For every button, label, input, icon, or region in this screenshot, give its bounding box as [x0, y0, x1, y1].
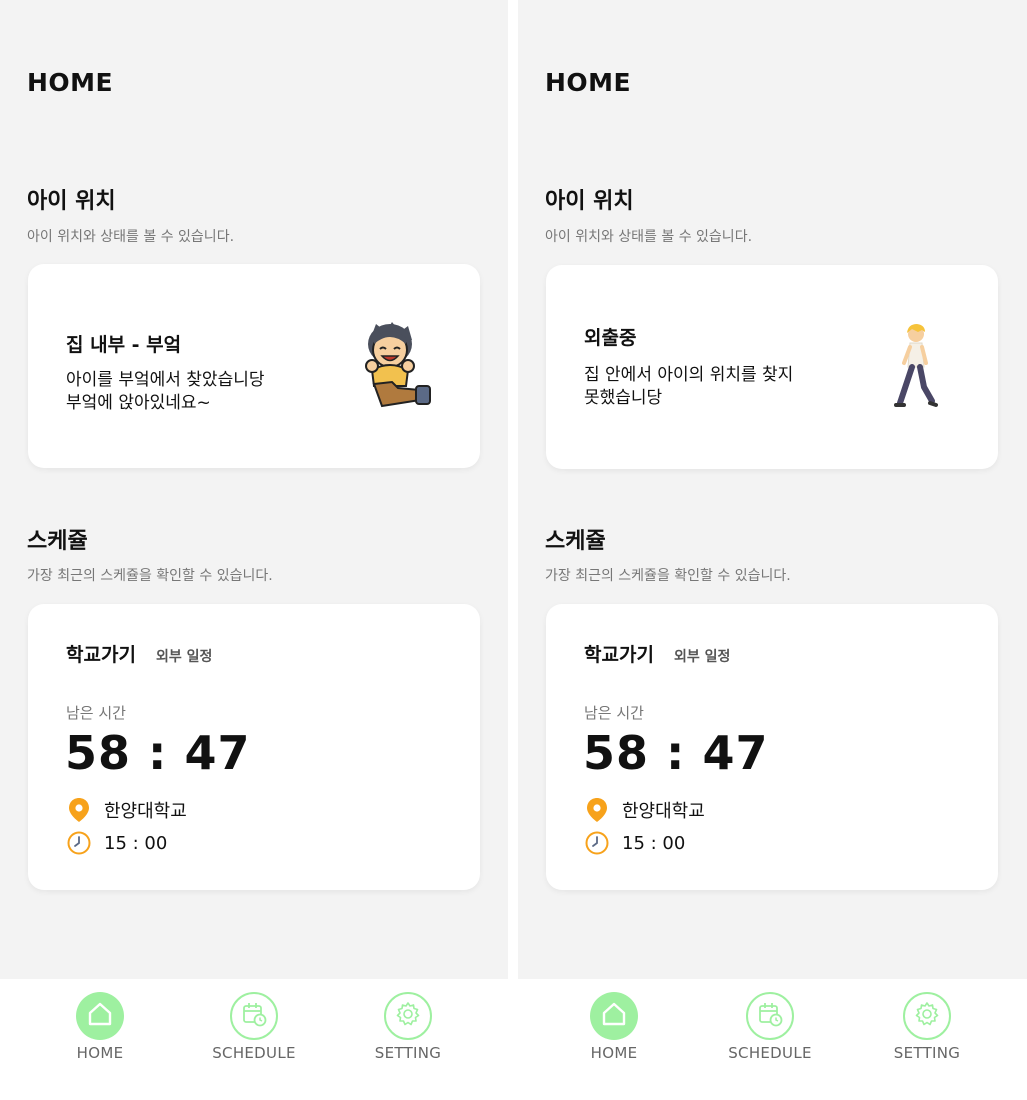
child-location-card[interactable]: 집 내부 - 부엌 아이를 부엌에서 찾았습니당 부엌에 앉아있네요~ [28, 264, 480, 468]
schedule-tab-button[interactable] [746, 992, 794, 1040]
location-status-line-2: 부엌에 앉아있네요~ [66, 393, 211, 413]
schedule-place: 한양대학교 [622, 801, 705, 822]
remaining-time-value: 58 : 47 [65, 726, 251, 780]
child-location-card[interactable]: 외출중 집 안에서 아이의 위치를 찾지 못했습니당 [546, 265, 998, 469]
page-title: HOME [545, 68, 632, 97]
schedule-place: 한양대학교 [104, 801, 187, 822]
tab-setting[interactable]: SETTING [348, 992, 468, 1062]
tab-home-label: HOME [76, 1044, 124, 1062]
location-status-line-2: 못했습니당 [584, 388, 663, 408]
schedule-section-description: 가장 최근의 스케쥴을 확인할 수 있습니다. [545, 568, 791, 584]
location-section-title: 아이 위치 [27, 189, 116, 214]
location-pin-icon [584, 797, 610, 823]
tab-schedule[interactable]: SCHEDULE [194, 992, 314, 1062]
tab-setting-label: SETTING [374, 1044, 442, 1062]
location-section-description: 아이 위치와 상태를 볼 수 있습니다. [545, 229, 753, 245]
schedule-card[interactable]: 학교가기 외부 일정 남은 시간 58 : 47 한양대학교 15 : 00 [546, 604, 998, 890]
calendar-clock-icon [756, 1000, 784, 1032]
location-status-line-1: 집 안에서 아이의 위치를 찾지 [584, 365, 794, 385]
location-section-title: 아이 위치 [545, 189, 634, 214]
schedule-time-row: 15 : 00 [66, 830, 167, 856]
tab-schedule[interactable]: SCHEDULE [710, 992, 830, 1062]
tab-schedule-label: SCHEDULE [728, 1044, 812, 1062]
schedule-type-label: 외부 일정 [674, 649, 731, 665]
home-screen-indoor: HOME 아이 위치 아이 위치와 상태를 볼 수 있습니다. 집 내부 - 부… [0, 0, 508, 1100]
clock-icon [584, 830, 610, 856]
schedule-tab-button[interactable] [230, 992, 278, 1040]
tab-schedule-label: SCHEDULE [212, 1044, 296, 1062]
setting-tab-button[interactable] [903, 992, 951, 1040]
sitting-child-icon [362, 320, 434, 416]
schedule-type-label: 외부 일정 [156, 649, 213, 665]
tab-setting[interactable]: SETTING [867, 992, 987, 1062]
walking-child-icon [894, 323, 938, 417]
schedule-section-description: 가장 최근의 스케쥴을 확인할 수 있습니다. [27, 568, 273, 584]
bottom-tab-bar: HOME SCHEDULE SETTING [0, 979, 508, 1100]
remaining-time-value: 58 : 47 [583, 726, 769, 780]
schedule-name: 학교가기 [584, 644, 654, 666]
tab-setting-label: SETTING [893, 1044, 961, 1062]
location-status-line-1: 아이를 부엌에서 찾았습니당 [66, 370, 265, 390]
home-screen-outside: HOME 아이 위치 아이 위치와 상태를 볼 수 있습니다. 외출중 집 안에… [518, 0, 1027, 1100]
tab-home[interactable]: HOME [40, 992, 160, 1062]
tab-home[interactable]: HOME [554, 992, 674, 1062]
remaining-time-label: 남은 시간 [584, 704, 644, 722]
page-title: HOME [27, 68, 114, 97]
schedule-place-row: 한양대학교 [66, 797, 187, 823]
bottom-tab-bar: HOME SCHEDULE SETTING [518, 979, 1027, 1100]
schedule-section-title: 스케쥴 [27, 529, 88, 554]
location-pin-icon [66, 797, 92, 823]
home-icon [600, 1000, 628, 1032]
remaining-time-label: 남은 시간 [66, 704, 126, 722]
schedule-card[interactable]: 학교가기 외부 일정 남은 시간 58 : 47 한양대학교 15 : 00 [28, 604, 480, 890]
gear-icon [913, 1000, 941, 1032]
setting-tab-button[interactable] [384, 992, 432, 1040]
tab-home-label: HOME [590, 1044, 638, 1062]
home-icon [86, 1000, 114, 1032]
schedule-name: 학교가기 [66, 644, 136, 666]
location-section-description: 아이 위치와 상태를 볼 수 있습니다. [27, 229, 235, 245]
schedule-time: 15 : 00 [622, 832, 686, 854]
home-tab-button[interactable] [76, 992, 124, 1040]
calendar-clock-icon [240, 1000, 268, 1032]
schedule-time: 15 : 00 [104, 832, 168, 854]
gear-icon [394, 1000, 422, 1032]
schedule-section-title: 스케쥴 [545, 529, 606, 554]
location-status-title: 집 내부 - 부엌 [66, 334, 182, 356]
clock-icon [66, 830, 92, 856]
location-status-title: 외출중 [584, 327, 637, 349]
schedule-time-row: 15 : 00 [584, 830, 685, 856]
home-tab-button[interactable] [590, 992, 638, 1040]
schedule-place-row: 한양대학교 [584, 797, 705, 823]
